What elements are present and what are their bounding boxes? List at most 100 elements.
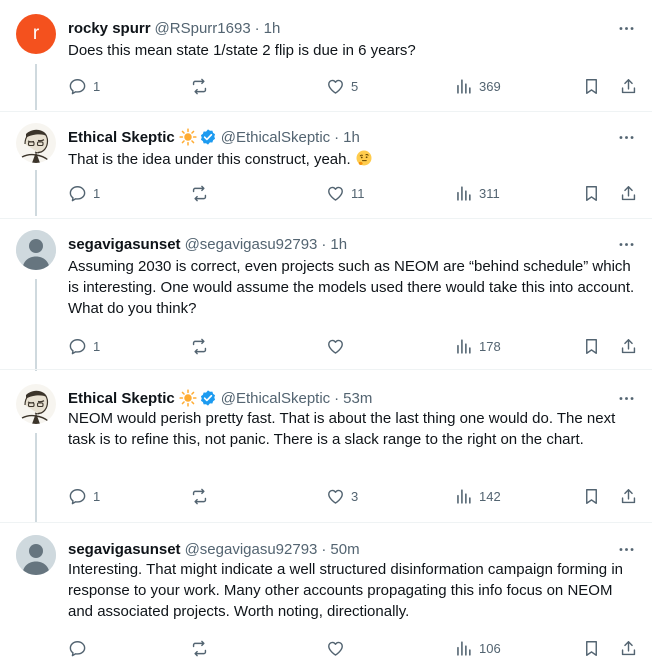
retweet-button[interactable] bbox=[190, 336, 215, 356]
tweet-header: segavigasunset @segavigasu92793 · 1h bbox=[68, 234, 347, 254]
user-handle[interactable]: @segavigasu92793 bbox=[185, 541, 318, 558]
share-button[interactable] bbox=[619, 183, 638, 203]
tweet-text: NEOM would perish pretty fast. That is a… bbox=[68, 410, 616, 448]
divider bbox=[0, 522, 652, 523]
share-button[interactable] bbox=[619, 336, 638, 356]
reply-count: 1 bbox=[93, 338, 101, 354]
tweet-text: Assuming 2030 is correct, even projects … bbox=[68, 258, 635, 317]
bookmark-button[interactable] bbox=[582, 486, 601, 506]
retweet-button[interactable] bbox=[190, 183, 215, 203]
divider bbox=[0, 111, 652, 112]
reply-count: 1 bbox=[93, 488, 101, 504]
share-button[interactable] bbox=[619, 486, 638, 506]
reply-button[interactable]: 1 bbox=[68, 486, 100, 506]
tweet[interactable]: Ethical Skeptic @EthicalSkeptic · 53m NE… bbox=[0, 384, 652, 524]
more-icon[interactable] bbox=[616, 127, 636, 147]
views-button[interactable]: 142 bbox=[454, 486, 501, 506]
more-icon[interactable] bbox=[616, 539, 636, 559]
reply-button[interactable] bbox=[68, 638, 93, 658]
tweet[interactable]: segavigasunset @segavigasu92793 · 1h Ass… bbox=[0, 230, 652, 370]
views-icon bbox=[454, 184, 473, 203]
views-button[interactable]: 106 bbox=[454, 638, 501, 658]
like-icon bbox=[326, 337, 345, 356]
avatar[interactable] bbox=[16, 384, 56, 424]
separator-dot: · bbox=[321, 235, 327, 253]
bookmark-icon bbox=[582, 337, 601, 356]
tweet-header: rocky spurr @RSpurr1693 · 1h bbox=[68, 18, 280, 38]
like-button[interactable] bbox=[326, 336, 351, 356]
avatar[interactable] bbox=[16, 123, 56, 163]
separator-dot: · bbox=[334, 128, 340, 146]
retweet-button[interactable] bbox=[190, 76, 215, 96]
action-bar: 106 bbox=[62, 638, 642, 658]
reply-icon bbox=[68, 77, 87, 96]
like-icon bbox=[326, 487, 345, 506]
reply-button[interactable]: 1 bbox=[68, 76, 100, 96]
more-icon[interactable] bbox=[616, 388, 636, 408]
bookmark-button[interactable] bbox=[582, 336, 601, 356]
reply-icon bbox=[68, 639, 87, 658]
like-icon bbox=[326, 639, 345, 658]
avatar[interactable] bbox=[16, 535, 56, 575]
bookmark-button[interactable] bbox=[582, 76, 601, 96]
like-button[interactable]: 11 bbox=[326, 183, 365, 203]
reply-button[interactable]: 1 bbox=[68, 336, 100, 356]
share-button[interactable] bbox=[619, 638, 638, 658]
more-icon[interactable] bbox=[616, 234, 636, 254]
timestamp[interactable]: 1h bbox=[343, 129, 360, 146]
reply-button[interactable]: 1 bbox=[68, 183, 100, 203]
share-icon bbox=[619, 639, 638, 658]
views-button[interactable]: 369 bbox=[454, 76, 501, 96]
bookmark-button[interactable] bbox=[582, 183, 601, 203]
tweet-header: segavigasunset @segavigasu92793 · 50m bbox=[68, 539, 360, 559]
views-button[interactable]: 178 bbox=[454, 336, 501, 356]
bookmark-button[interactable] bbox=[582, 638, 601, 658]
like-icon bbox=[326, 77, 345, 96]
user-name[interactable]: rocky spurr bbox=[68, 20, 151, 37]
views-icon bbox=[454, 77, 473, 96]
timestamp[interactable]: 50m bbox=[330, 541, 359, 558]
bookmark-icon bbox=[582, 487, 601, 506]
user-handle[interactable]: @RSpurr1693 bbox=[155, 20, 251, 37]
user-handle[interactable]: @EthicalSkeptic bbox=[221, 129, 330, 146]
avatar[interactable] bbox=[16, 230, 56, 270]
timestamp[interactable]: 1h bbox=[264, 20, 281, 37]
retweet-icon bbox=[190, 487, 209, 506]
user-name[interactable]: Ethical Skeptic bbox=[68, 129, 175, 146]
like-button[interactable]: 5 bbox=[326, 76, 358, 96]
verified-badge-icon[interactable] bbox=[199, 389, 217, 407]
like-button[interactable]: 3 bbox=[326, 486, 358, 506]
retweet-button[interactable] bbox=[190, 486, 215, 506]
user-handle[interactable]: @EthicalSkeptic bbox=[221, 390, 330, 407]
view-count: 311 bbox=[479, 185, 500, 201]
tweet[interactable]: Ethical Skeptic @EthicalSkeptic · 1h Tha… bbox=[0, 123, 652, 219]
action-bar: 1 3 142 bbox=[62, 486, 642, 506]
tweet[interactable]: r rocky spurr @RSpurr1693 · 1h Does this… bbox=[0, 14, 652, 114]
tweet[interactable]: segavigasunset @segavigasu92793 · 50m In… bbox=[0, 535, 652, 670]
more-icon[interactable] bbox=[616, 18, 636, 38]
share-icon bbox=[619, 77, 638, 96]
verified-badge-icon[interactable] bbox=[199, 128, 217, 146]
share-button[interactable] bbox=[619, 76, 638, 96]
reply-icon bbox=[68, 487, 87, 506]
timestamp[interactable]: 53m bbox=[343, 390, 372, 407]
avatar[interactable]: r bbox=[16, 14, 56, 54]
share-icon bbox=[619, 184, 638, 203]
separator-dot: · bbox=[321, 540, 327, 558]
view-count: 369 bbox=[479, 78, 501, 94]
retweet-button[interactable] bbox=[190, 638, 215, 658]
user-name[interactable]: segavigasunset bbox=[68, 541, 181, 558]
reply-icon bbox=[68, 184, 87, 203]
user-handle[interactable]: @segavigasu92793 bbox=[185, 236, 318, 253]
tweet-text: Does this mean state 1/state 2 flip is d… bbox=[68, 42, 416, 59]
views-icon bbox=[454, 639, 473, 658]
separator-dot: · bbox=[334, 389, 340, 407]
retweet-icon bbox=[190, 639, 209, 658]
timestamp[interactable]: 1h bbox=[330, 236, 347, 253]
avatar-letter: r bbox=[32, 23, 40, 44]
views-button[interactable]: 311 bbox=[454, 183, 500, 203]
user-name[interactable]: segavigasunset bbox=[68, 236, 181, 253]
divider bbox=[0, 369, 652, 370]
user-name[interactable]: Ethical Skeptic bbox=[68, 390, 175, 407]
like-button[interactable] bbox=[326, 638, 351, 658]
